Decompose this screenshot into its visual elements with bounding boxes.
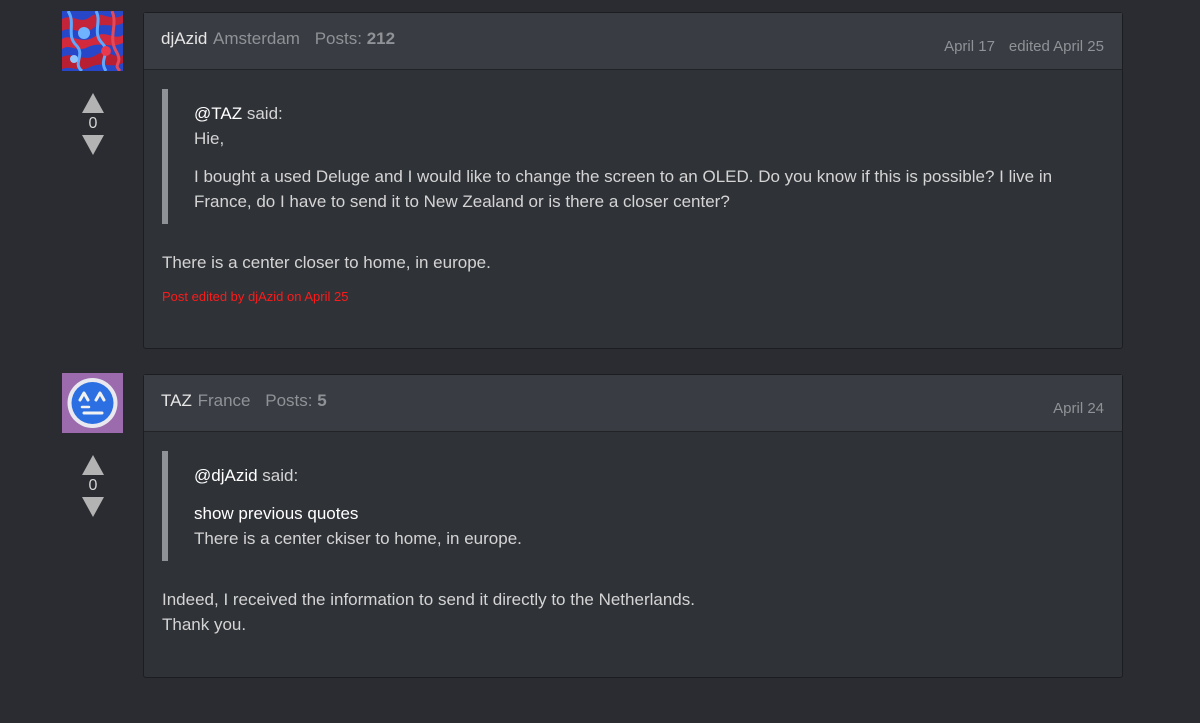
quote-text: I bought a used Deluge and I would like … — [194, 167, 1053, 211]
quote-block: @TAZ said: Hie, I bought a used Deluge a… — [162, 89, 1104, 224]
reply-text: Indeed, I received the information to se… — [162, 590, 695, 609]
upvote-arrow-icon[interactable] — [82, 455, 104, 475]
author-name[interactable]: djAzid — [161, 29, 207, 48]
post-body: @TAZ said: Hie, I bought a used Deluge a… — [144, 70, 1122, 325]
downvote-arrow-icon[interactable] — [82, 135, 104, 155]
edit-note: Post edited by djAzid on April 25 — [162, 289, 349, 304]
author-name[interactable]: TAZ — [161, 391, 192, 410]
quote-author-link[interactable]: @djAzid — [194, 466, 258, 485]
author-location: Amsterdam — [213, 29, 300, 48]
post-count: Posts: 5 — [265, 391, 326, 410]
post-body: @djAzid said: show previous quotes There… — [144, 432, 1122, 657]
post-card: TAZ France Posts: 5 April 24 @djAzid sai… — [143, 374, 1123, 678]
author-location: France — [197, 391, 251, 410]
vote-widget: 0 — [78, 455, 108, 517]
reply-text: There is a center closer to home, in eur… — [162, 253, 491, 272]
post-date[interactable]: April 24 — [1053, 400, 1104, 417]
post-count-label: Posts: — [314, 29, 362, 48]
vote-count: 0 — [88, 115, 98, 132]
reply-text: Thank you. — [162, 615, 247, 634]
post-card: djAzid Amsterdam Posts: 212 April 17 edit… — [143, 12, 1123, 349]
edited-date: edited April 25 — [1008, 38, 1104, 55]
avatar[interactable] — [62, 373, 123, 433]
quote-said-label: said: — [262, 466, 299, 485]
post-dates: April 24 — [1053, 400, 1104, 418]
post-count-value: 212 — [366, 29, 396, 48]
post-date[interactable]: April 17 — [944, 38, 995, 55]
upvote-arrow-icon[interactable] — [82, 93, 104, 113]
vote-count: 0 — [88, 477, 98, 494]
quote-block: @djAzid said: show previous quotes There… — [162, 451, 1104, 561]
downvote-arrow-icon[interactable] — [82, 497, 104, 517]
quote-said-label: said: — [246, 104, 283, 123]
post-dates: April 17 edited April 25 — [944, 38, 1104, 56]
avatar[interactable] — [62, 11, 123, 71]
quote-author-link[interactable]: @TAZ — [194, 104, 242, 123]
quote-text: Hie, — [194, 129, 225, 148]
discussion-thread: 0 djAzid Amsterdam Posts: 212 April 17 ed… — [0, 0, 1200, 723]
quote-text: There is a center ckiser to home, in eur… — [194, 529, 522, 548]
post-header: TAZ France Posts: 5 April 24 — [144, 375, 1122, 432]
post-count-label: Posts: — [265, 391, 313, 410]
vote-widget: 0 — [78, 93, 108, 155]
post-header: djAzid Amsterdam Posts: 212 April 17 edit… — [144, 13, 1122, 70]
show-previous-quotes-link[interactable]: show previous quotes — [194, 504, 358, 523]
post-count-value: 5 — [317, 391, 327, 410]
post-count: Posts: 212 — [315, 29, 395, 48]
